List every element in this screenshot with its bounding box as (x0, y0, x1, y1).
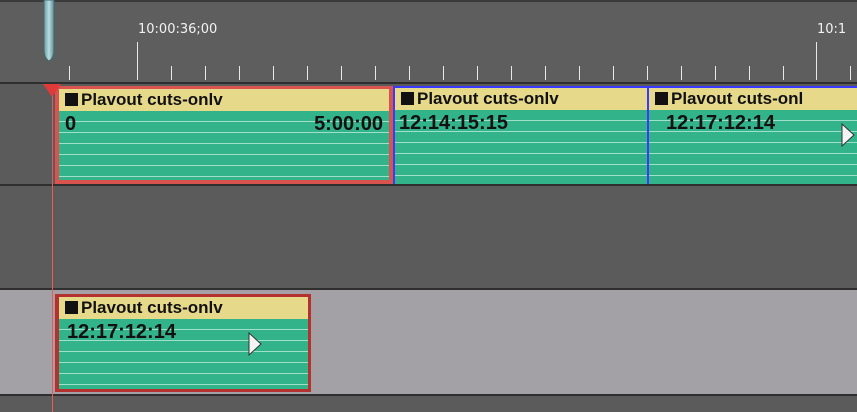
timeline-clip[interactable]: Plavout cuts-onlv 12:17:12:14 (55, 294, 311, 392)
ruler-minor-tick (749, 66, 750, 80)
timeline-clip[interactable]: Plavout cuts-onlv 12:14:15:15 (393, 86, 649, 184)
ruler-minor-tick (375, 66, 376, 80)
clip-timecode-out: 5:00:00 (314, 113, 383, 135)
ruler-timecode-label: 10:1 (817, 22, 847, 37)
clip-title: Plavout cuts-onlv (81, 298, 223, 317)
play-arrow-icon[interactable] (841, 123, 855, 147)
timeline-clip[interactable]: Plavout cuts-onl 12:17:12:14 (649, 86, 857, 184)
clip-header: Plavout cuts-onlv (395, 88, 647, 110)
time-ruler[interactable]: 10:00:36;00 10:1 (0, 0, 857, 84)
clip-header: Plavout cuts-onlv (59, 89, 389, 111)
square-icon (65, 301, 78, 314)
clip-title: Plavout cuts-onlv (417, 89, 559, 108)
track-area-bottom (0, 396, 857, 412)
clip-header: Plavout cuts-onl (649, 88, 857, 110)
playhead-line (52, 84, 53, 412)
ruler-minor-tick (783, 66, 784, 80)
ruler-major-tick (137, 42, 138, 80)
ruler-major-tick (816, 42, 817, 80)
video-track-2[interactable] (0, 186, 857, 290)
square-icon (65, 93, 78, 106)
ruler-minor-tick (341, 66, 342, 80)
square-icon (401, 92, 414, 105)
ruler-minor-tick (613, 66, 614, 80)
ruler-minor-tick (647, 66, 648, 80)
clip-title: Plavout cuts-onlv (81, 90, 223, 109)
playhead-handle-icon[interactable] (42, 0, 56, 62)
ruler-timecode-label: 10:00:36;00 (138, 22, 218, 37)
ruler-minor-tick (239, 66, 240, 80)
ruler-minor-tick (409, 66, 410, 80)
clip-header: Plavout cuts-onlv (59, 297, 308, 319)
ruler-minor-tick (171, 66, 172, 80)
ruler-minor-tick (273, 66, 274, 80)
timeline-clip[interactable]: Plavout cuts-onlv 0 5:00:00 (55, 86, 393, 184)
ruler-minor-tick (545, 66, 546, 80)
playhead-marker-icon[interactable] (43, 84, 61, 97)
ruler-minor-tick (477, 66, 478, 80)
clip-timecode-in: 0 (65, 113, 77, 135)
clip-title: Plavout cuts-onl (671, 89, 804, 108)
play-arrow-icon[interactable] (248, 332, 262, 356)
ruler-minor-tick (579, 66, 580, 80)
ruler-minor-tick (681, 66, 682, 80)
ruler-minor-tick (511, 66, 512, 80)
clip-timecode-in: 12:14:15:15 (399, 112, 508, 134)
ruler-minor-tick (69, 66, 70, 80)
clip-timecode-in: 12:17:12:14 (67, 321, 176, 343)
ruler-minor-tick (307, 66, 308, 80)
audio-track-1[interactable]: Plavout cuts-onlv 12:17:12:14 (0, 290, 857, 396)
timeline: 10:00:36;00 10:1 Plavout cuts-onlv 0 5:0… (0, 0, 857, 412)
clip-timecode-in: 12:17:12:14 (666, 112, 775, 134)
ruler-minor-tick (715, 66, 716, 80)
square-icon (655, 92, 668, 105)
ruler-minor-tick (443, 66, 444, 80)
ruler-minor-tick (850, 66, 851, 80)
video-track-1[interactable]: Plavout cuts-onlv 0 5:00:00 Plavout cuts… (0, 84, 857, 186)
ruler-minor-tick (205, 66, 206, 80)
